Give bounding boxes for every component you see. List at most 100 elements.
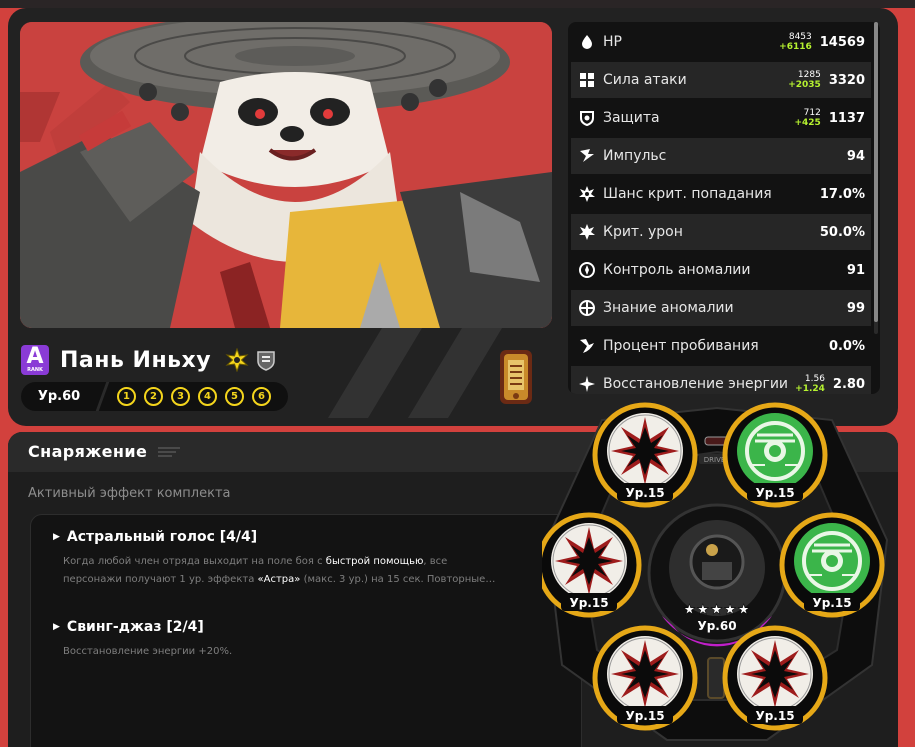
stat-bonus: +425 — [794, 118, 821, 128]
expand-triangle-icon: ▶ — [53, 622, 60, 632]
stat-bonus: +1.24 — [795, 384, 825, 394]
swing-jazz-disc-icon — [792, 521, 872, 601]
stat-breakdown: 1.56 +1.24 — [795, 374, 825, 394]
character-name: Пань Иньху — [60, 347, 212, 373]
panda-portrait-image — [20, 22, 552, 328]
drive-disc-slot-5[interactable]: Ур.15 — [592, 625, 698, 731]
swing-jazz-disc-icon — [735, 411, 815, 491]
character-name-block: A RANK Пань Иньху — [21, 344, 277, 376]
rank-label: RANK — [27, 367, 43, 373]
title-decoration — [158, 447, 180, 457]
set-name-text: Свинг-джаз [2/4] — [66, 619, 204, 635]
stat-base: 8453 — [788, 32, 812, 42]
anomaly-mastery-icon — [579, 262, 595, 278]
stat-base: 712 — [803, 108, 821, 118]
astral-voice-disc-icon — [606, 412, 684, 490]
attack-icon — [580, 73, 594, 87]
disc-level: Ур.15 — [625, 709, 664, 723]
stat-value: 94 — [846, 148, 865, 164]
astral-voice-disc-icon — [550, 522, 628, 600]
expand-triangle-icon: ▶ — [53, 532, 60, 542]
anomaly-proficiency-icon — [579, 300, 595, 316]
stat-label: Крит. урон — [603, 224, 683, 240]
set-desc-swing: Восстановление энергии +20%. — [63, 646, 233, 657]
stat-label: Шанс крит. попадания — [603, 186, 772, 202]
rank-badge: A RANK — [21, 345, 49, 375]
stat-breakdown: 712 +425 — [794, 108, 820, 128]
stat-bonus: +6116 — [779, 42, 812, 52]
stat-value: 14569 — [819, 34, 865, 50]
set-name-swing[interactable]: ▶ Свинг-джаз [2/4] — [53, 619, 204, 635]
drive-disc-ring: DRIVER ★★★★★ Ур.60 Ур.15 Ур.15Ур.15 Ур.15У… — [542, 402, 889, 741]
top-strip — [0, 0, 915, 8]
stat-row-impact: Импульс 94 — [571, 138, 871, 174]
stat-label: HP — [603, 34, 622, 50]
faction-shield-icon — [257, 351, 275, 371]
stats-scrollbar-thumb[interactable] — [874, 22, 878, 322]
mindscape-4[interactable]: 4 — [198, 387, 217, 406]
stat-value: 3320 — [828, 72, 865, 88]
stat-label: Восстановление энергии — [603, 376, 789, 392]
disc-level: Ур.15 — [755, 486, 794, 500]
set-effects-panel: ▶ Астральный голос [4/4] Когда любой чле… — [30, 514, 582, 747]
mindscape-1[interactable]: 1 — [117, 387, 136, 406]
equipment-title: Снаряжение — [28, 442, 148, 461]
astral-voice-disc-icon — [736, 635, 814, 713]
mindscape-2[interactable]: 2 — [144, 387, 163, 406]
drive-disc-slot-6[interactable]: Ур.15 — [722, 625, 828, 731]
active-set-label: Активный эффект комплекта — [28, 486, 231, 501]
set-desc-astral: Когда любой член отряда выходит на поле … — [63, 556, 496, 585]
stat-label: Контроль аномалии — [603, 262, 751, 278]
stat-value: 99 — [846, 300, 865, 316]
drive-disc-slot-1[interactable]: Ур.15 — [592, 402, 698, 508]
stat-breakdown: 1285 +2035 — [788, 70, 821, 90]
disc-level: Ур.15 — [569, 596, 608, 610]
stat-value: 50.0% — [819, 224, 865, 240]
stat-row-energy-regen: Восстановление энергии 1.56 +1.24 2.80 — [571, 366, 871, 394]
stat-row-anomaly-proficiency: Знание аномалии 99 — [571, 290, 871, 326]
stats-scrollbar[interactable] — [874, 22, 878, 334]
mindscape-3[interactable]: 3 — [171, 387, 190, 406]
stat-row-attack: Сила атаки 1285 +2035 3320 — [571, 62, 871, 98]
w-engine-level: Ур.60 — [697, 619, 736, 633]
crit-rate-icon — [579, 186, 595, 202]
driver-slot-bottom — [707, 657, 725, 699]
stat-bonus: +2035 — [788, 80, 821, 90]
drive-disc-slot-2[interactable]: Ур.15 — [722, 402, 828, 508]
stat-value: 17.0% — [819, 186, 865, 202]
mindscape-5[interactable]: 5 — [225, 387, 244, 406]
character-portrait — [20, 22, 552, 328]
crit-dmg-icon — [579, 224, 595, 240]
level-separator — [97, 382, 109, 411]
disc-level: Ур.15 — [812, 596, 851, 610]
stat-value: 0.0% — [828, 338, 865, 354]
hp-icon — [582, 35, 592, 49]
rank-letter: A — [26, 344, 44, 369]
level-bar: Ур.60 1 2 3 4 5 6 — [21, 382, 288, 411]
drive-disc-slot-3[interactable]: Ур.15 — [542, 512, 642, 618]
highlight-astra: «Астра» — [257, 574, 301, 585]
disc-level: Ур.15 — [755, 709, 794, 723]
stat-value: 2.80 — [832, 376, 865, 392]
w-engine-icon[interactable] — [496, 346, 536, 408]
stat-base: 1285 — [797, 70, 821, 80]
drive-disc-slot-4[interactable]: Ур.15 — [779, 512, 885, 618]
app-root: A RANK Пань Иньху Ур.60 1 2 3 4 5 6 HP 8… — [0, 0, 915, 747]
stat-value: 1137 — [828, 110, 865, 126]
stat-label: Импульс — [603, 148, 667, 164]
stat-breakdown: 8453 +6116 — [779, 32, 812, 52]
energy-regen-icon — [579, 376, 595, 392]
physical-attribute-icon — [225, 348, 249, 372]
stat-row-crit-dmg: Крит. урон 50.0% — [571, 214, 871, 250]
astral-voice-disc-icon — [606, 635, 684, 713]
stat-row-pen-ratio: Процент пробивания 0.0% — [571, 328, 871, 364]
impact-icon — [580, 149, 594, 162]
stats-panel: HP 8453 +6116 14569 Сила атаки 1285 +2035 … — [568, 22, 880, 394]
stat-label: Знание аномалии — [603, 300, 734, 316]
mindscape-6[interactable]: 6 — [252, 387, 271, 406]
pen-ratio-icon — [580, 339, 594, 353]
character-level: Ур.60 — [37, 389, 81, 404]
set-name-text: Астральный голос [4/4] — [66, 529, 258, 545]
stat-value: 91 — [846, 262, 865, 278]
set-name-astral[interactable]: ▶ Астральный голос [4/4] — [53, 529, 257, 545]
